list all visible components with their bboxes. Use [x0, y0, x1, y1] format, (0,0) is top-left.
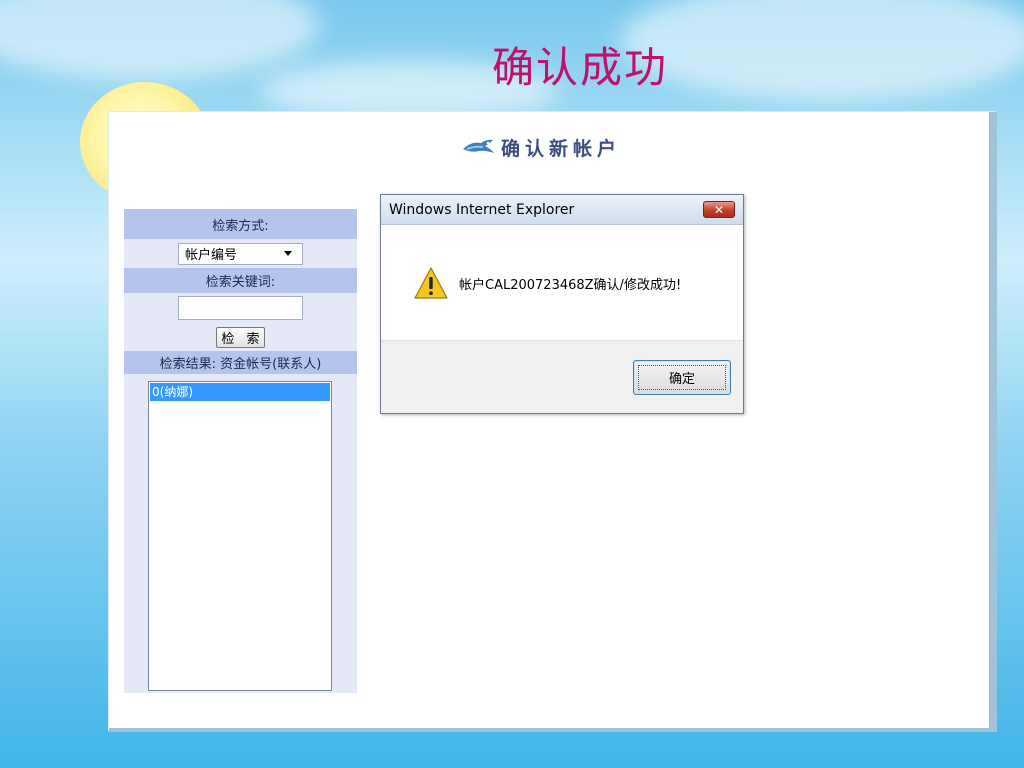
dialog-title: Windows Internet Explorer [389, 201, 575, 218]
search-button[interactable]: 检 索 [216, 326, 265, 348]
close-icon[interactable]: ✕ [703, 201, 735, 218]
page-header-title: 确认新帐户 [501, 137, 622, 160]
dialog-body: 帐户CAL200723468Z确认/修改成功! [381, 225, 743, 341]
warning-icon [414, 267, 448, 299]
search-method-value: 帐户编号 [185, 248, 238, 263]
search-method-label: 检索方式: [124, 209, 357, 239]
search-sidebar: 检索方式: 帐户编号 检索关键词: 检 索 检索结果: 资金帐号(联系人) 0(… [124, 209, 357, 693]
bird-logo-icon [463, 139, 494, 153]
search-method-select[interactable]: 帐户编号 [178, 242, 303, 265]
chevron-down-icon [284, 251, 292, 256]
slide-title: 确认成功 [491, 43, 668, 92]
dialog-footer: 确定 [381, 340, 743, 413]
keyword-input[interactable] [178, 296, 303, 320]
page-header: 确认新帐户 [461, 132, 621, 162]
result-list[interactable]: 0(纳娜) [148, 381, 332, 691]
result-header: 检索结果: 资金帐号(联系人) [124, 351, 357, 374]
browser-content-panel: 确认新帐户 检索方式: 帐户编号 检索关键词: 检 索 检索结果: 资金帐号(联… [109, 112, 997, 732]
keyword-label: 检索关键词: [124, 268, 357, 293]
dialog-message: 帐户CAL200723468Z确认/修改成功! [459, 277, 682, 293]
list-item[interactable]: 0(纳娜) [150, 383, 330, 401]
ok-button[interactable]: 确定 [633, 360, 731, 395]
dialog-titlebar[interactable]: Windows Internet Explorer ✕ [381, 195, 743, 225]
background-cloud [0, 0, 320, 80]
alert-dialog: Windows Internet Explorer ✕ 帐户CAL2007234… [380, 194, 744, 414]
